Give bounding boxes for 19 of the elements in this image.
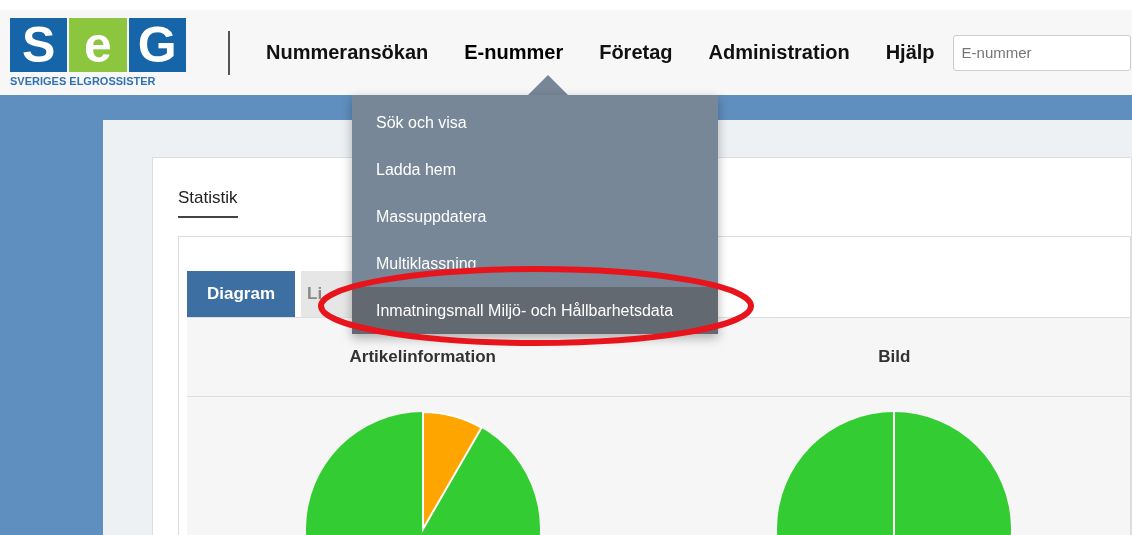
logo-tagline: SVERIGES ELGROSSISTER (10, 75, 157, 87)
nav-link[interactable]: Hjälp (885, 41, 935, 64)
logo-letter: G (128, 18, 186, 72)
chart-title: Bild (877, 347, 912, 367)
nav-link[interactable]: Administration (708, 41, 850, 64)
nav-link[interactable]: E-nummer (464, 41, 564, 64)
menu-item[interactable]: Massuppdatera (352, 193, 718, 240)
view-tab[interactable]: Diagram (187, 271, 296, 317)
nav-link[interactable]: Nummeransökan (266, 41, 429, 64)
menu-item[interactable]: Inmatningsmall Miljö- och Hållbarhetsdata (352, 287, 718, 334)
menu-item[interactable]: Ladda hem (352, 146, 718, 193)
menu-item[interactable]: Multiklassning (352, 240, 718, 287)
chart-title: Artikelinformation (348, 347, 497, 367)
menu-item[interactable]: Sök och visa (352, 99, 718, 146)
logo-letter: e (69, 18, 127, 72)
page-tab[interactable]: Statistik (178, 188, 238, 218)
nav-link[interactable]: Företag (599, 41, 673, 64)
search-field[interactable]: E-nummer (952, 34, 1131, 71)
logo-letter: S (10, 18, 68, 72)
